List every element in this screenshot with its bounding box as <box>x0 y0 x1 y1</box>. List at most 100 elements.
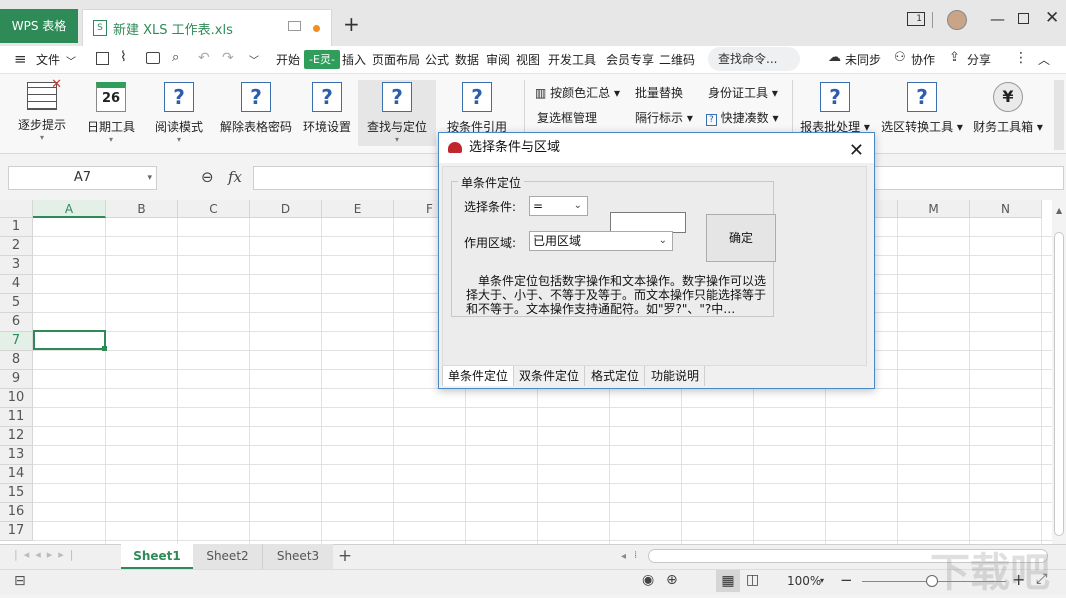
sheet-nav-icon[interactable]: |◂◂▸▸| <box>14 548 80 561</box>
menu-start[interactable]: 开始 <box>276 51 300 68</box>
row-header-4[interactable]: 4 <box>0 275 33 294</box>
finance-toolbox-button[interactable]: ¥ 财务工具箱 ▾ <box>972 82 1044 135</box>
row-header-11[interactable]: 11 <box>0 408 33 427</box>
tab-single-condition[interactable]: 单条件定位 <box>442 366 515 386</box>
column-header-d[interactable]: D <box>250 200 322 218</box>
command-search-input[interactable]: 查找命令... <box>708 47 800 71</box>
quick-sum-button[interactable]: ? 快捷凑数 ▾ <box>706 109 778 126</box>
menu-eling[interactable]: -E灵- <box>304 50 340 69</box>
sync-status[interactable]: 未同步 <box>845 51 881 68</box>
vertical-scrollbar[interactable]: ▲ <box>1052 200 1066 544</box>
share-icon[interactable]: ⇪ <box>949 50 960 65</box>
date-tool-button[interactable]: 26 日期工具 ▾ <box>84 82 138 144</box>
zoom-dropdown-icon[interactable]: ▾ <box>820 576 824 585</box>
format-painter-icon[interactable]: ⌇ <box>120 49 127 65</box>
menu-view[interactable]: 视图 <box>516 51 540 68</box>
column-header-e[interactable]: E <box>322 200 394 218</box>
close-icon[interactable]: ✕ <box>849 136 864 166</box>
menu-review[interactable]: 审阅 <box>486 51 510 68</box>
conditional-ref-button[interactable]: ? 按条件引用 <box>444 82 510 135</box>
remove-password-button[interactable]: ? 解除表格密码 <box>218 82 294 135</box>
maximize-icon[interactable] <box>1018 13 1029 24</box>
row-header-8[interactable]: 8 <box>0 351 33 370</box>
add-sheet-button[interactable]: + <box>335 544 355 569</box>
menu-qrcode[interactable]: 二维码 <box>659 51 695 68</box>
row-header-3[interactable]: 3 <box>0 256 33 275</box>
menu-page-layout[interactable]: 页面布局 <box>372 51 420 68</box>
sheet-tab-3[interactable]: Sheet3 <box>263 544 333 569</box>
row-header-12[interactable]: 12 <box>0 427 33 446</box>
hamburger-icon[interactable]: ≡ <box>14 50 27 68</box>
wps-home-tab[interactable]: WPS 表格 <box>0 9 78 43</box>
menu-member[interactable]: 会员专享 <box>606 51 654 68</box>
env-settings-button[interactable]: ? 环境设置 <box>300 82 354 135</box>
sheet-tab-2[interactable]: Sheet2 <box>193 544 263 569</box>
alternate-rows-button[interactable]: 隔行标示 ▾ <box>635 109 693 126</box>
share-button[interactable]: 分享 <box>967 51 991 68</box>
column-header-b[interactable]: B <box>106 200 178 218</box>
range-select[interactable]: 已用区域 ⌄ <box>529 231 673 251</box>
ok-button[interactable]: 确定 <box>706 214 776 262</box>
eye-protect-icon[interactable]: ◉ <box>642 572 654 588</box>
ribbon-scrollbar[interactable] <box>1054 80 1064 150</box>
freeze-view-icon[interactable]: ⊕ <box>666 572 678 588</box>
file-menu[interactable]: 文件 <box>36 51 60 68</box>
print-icon[interactable] <box>146 52 160 64</box>
close-window-icon[interactable]: ✕ <box>1045 8 1059 28</box>
checkbox-manage-button[interactable]: 复选框管理 <box>537 109 597 126</box>
undo-icon[interactable]: ↶ <box>198 50 210 66</box>
macro-icon[interactable]: ⊟ <box>14 573 26 589</box>
zoom-level[interactable]: 100% <box>787 574 821 588</box>
row-header-6[interactable]: 6 <box>0 313 33 332</box>
scroll-up-icon[interactable]: ▲ <box>1056 206 1062 215</box>
more-options-icon[interactable]: ⋮ <box>1014 50 1028 66</box>
tab-function-help[interactable]: 功能说明 <box>646 366 706 386</box>
column-header-a[interactable]: A <box>33 200 106 218</box>
quick-access-chevron-icon[interactable]: ﹀ <box>249 52 259 67</box>
tab-double-condition[interactable]: 双条件定位 <box>514 366 586 386</box>
row-header-13[interactable]: 13 <box>0 446 33 465</box>
row-header-2[interactable]: 2 <box>0 237 33 256</box>
row-header-5[interactable]: 5 <box>0 294 33 313</box>
page-count-icon[interactable]: 1 <box>907 12 925 26</box>
print-preview-icon[interactable]: ⌕ <box>172 50 179 65</box>
row-header-7[interactable]: 7 <box>0 332 33 351</box>
user-avatar[interactable] <box>947 10 967 30</box>
collapse-ribbon-icon[interactable]: ︿ <box>1038 51 1050 68</box>
select-all-corner[interactable] <box>0 200 33 218</box>
row-header-9[interactable]: 9 <box>0 370 33 389</box>
menu-data[interactable]: 数据 <box>455 51 479 68</box>
name-box[interactable]: A7 ▾ <box>8 166 157 190</box>
scrollbar-thumb[interactable] <box>1054 232 1064 536</box>
selected-cell-a7[interactable] <box>33 330 106 350</box>
sum-by-color-button[interactable]: ▥ 按颜色汇总 ▾ <box>535 84 620 101</box>
condition-value-input[interactable] <box>610 212 686 233</box>
sheet-tab-1[interactable]: Sheet1 <box>121 544 193 569</box>
minimize-icon[interactable]: — <box>990 10 1005 28</box>
menu-insert[interactable]: 插入 <box>342 51 366 68</box>
fill-handle[interactable] <box>102 346 107 351</box>
document-tab[interactable]: S 新建 XLS 工作表.xls <box>82 9 332 46</box>
row-header-15[interactable]: 15 <box>0 484 33 503</box>
cloud-sync-icon[interactable]: ☁ <box>828 50 841 65</box>
normal-view-icon[interactable]: ▦ <box>716 570 740 592</box>
step-hint-button[interactable]: ✕ 逐步提示 ▾ <box>14 77 70 142</box>
menu-formula[interactable]: 公式 <box>425 51 449 68</box>
new-tab-button[interactable]: + <box>343 12 360 36</box>
row-header-1[interactable]: 1 <box>0 218 33 237</box>
report-batch-button[interactable]: ? 报表批处理 ▾ <box>800 82 870 135</box>
collab-user-icon[interactable]: ⚇ <box>894 50 906 65</box>
condition-select[interactable]: = ⌄ <box>529 196 588 216</box>
row-header-16[interactable]: 16 <box>0 503 33 522</box>
function-icon[interactable]: fx <box>228 168 242 186</box>
hscroll-handle-icon[interactable]: ⁞ <box>634 550 637 561</box>
tab-format-locate[interactable]: 格式定位 <box>586 366 646 386</box>
collab-button[interactable]: 协作 <box>911 51 935 68</box>
zoom-out-button[interactable]: − <box>840 571 853 589</box>
row-header-17[interactable]: 17 <box>0 522 33 541</box>
column-header-n[interactable]: N <box>970 200 1042 218</box>
scroll-left-icon[interactable]: ◂ <box>621 551 626 562</box>
selection-convert-button[interactable]: ? 选区转换工具 ▾ <box>880 82 964 135</box>
column-header-m[interactable]: M <box>898 200 970 218</box>
menu-developer[interactable]: 开发工具 <box>548 51 596 68</box>
